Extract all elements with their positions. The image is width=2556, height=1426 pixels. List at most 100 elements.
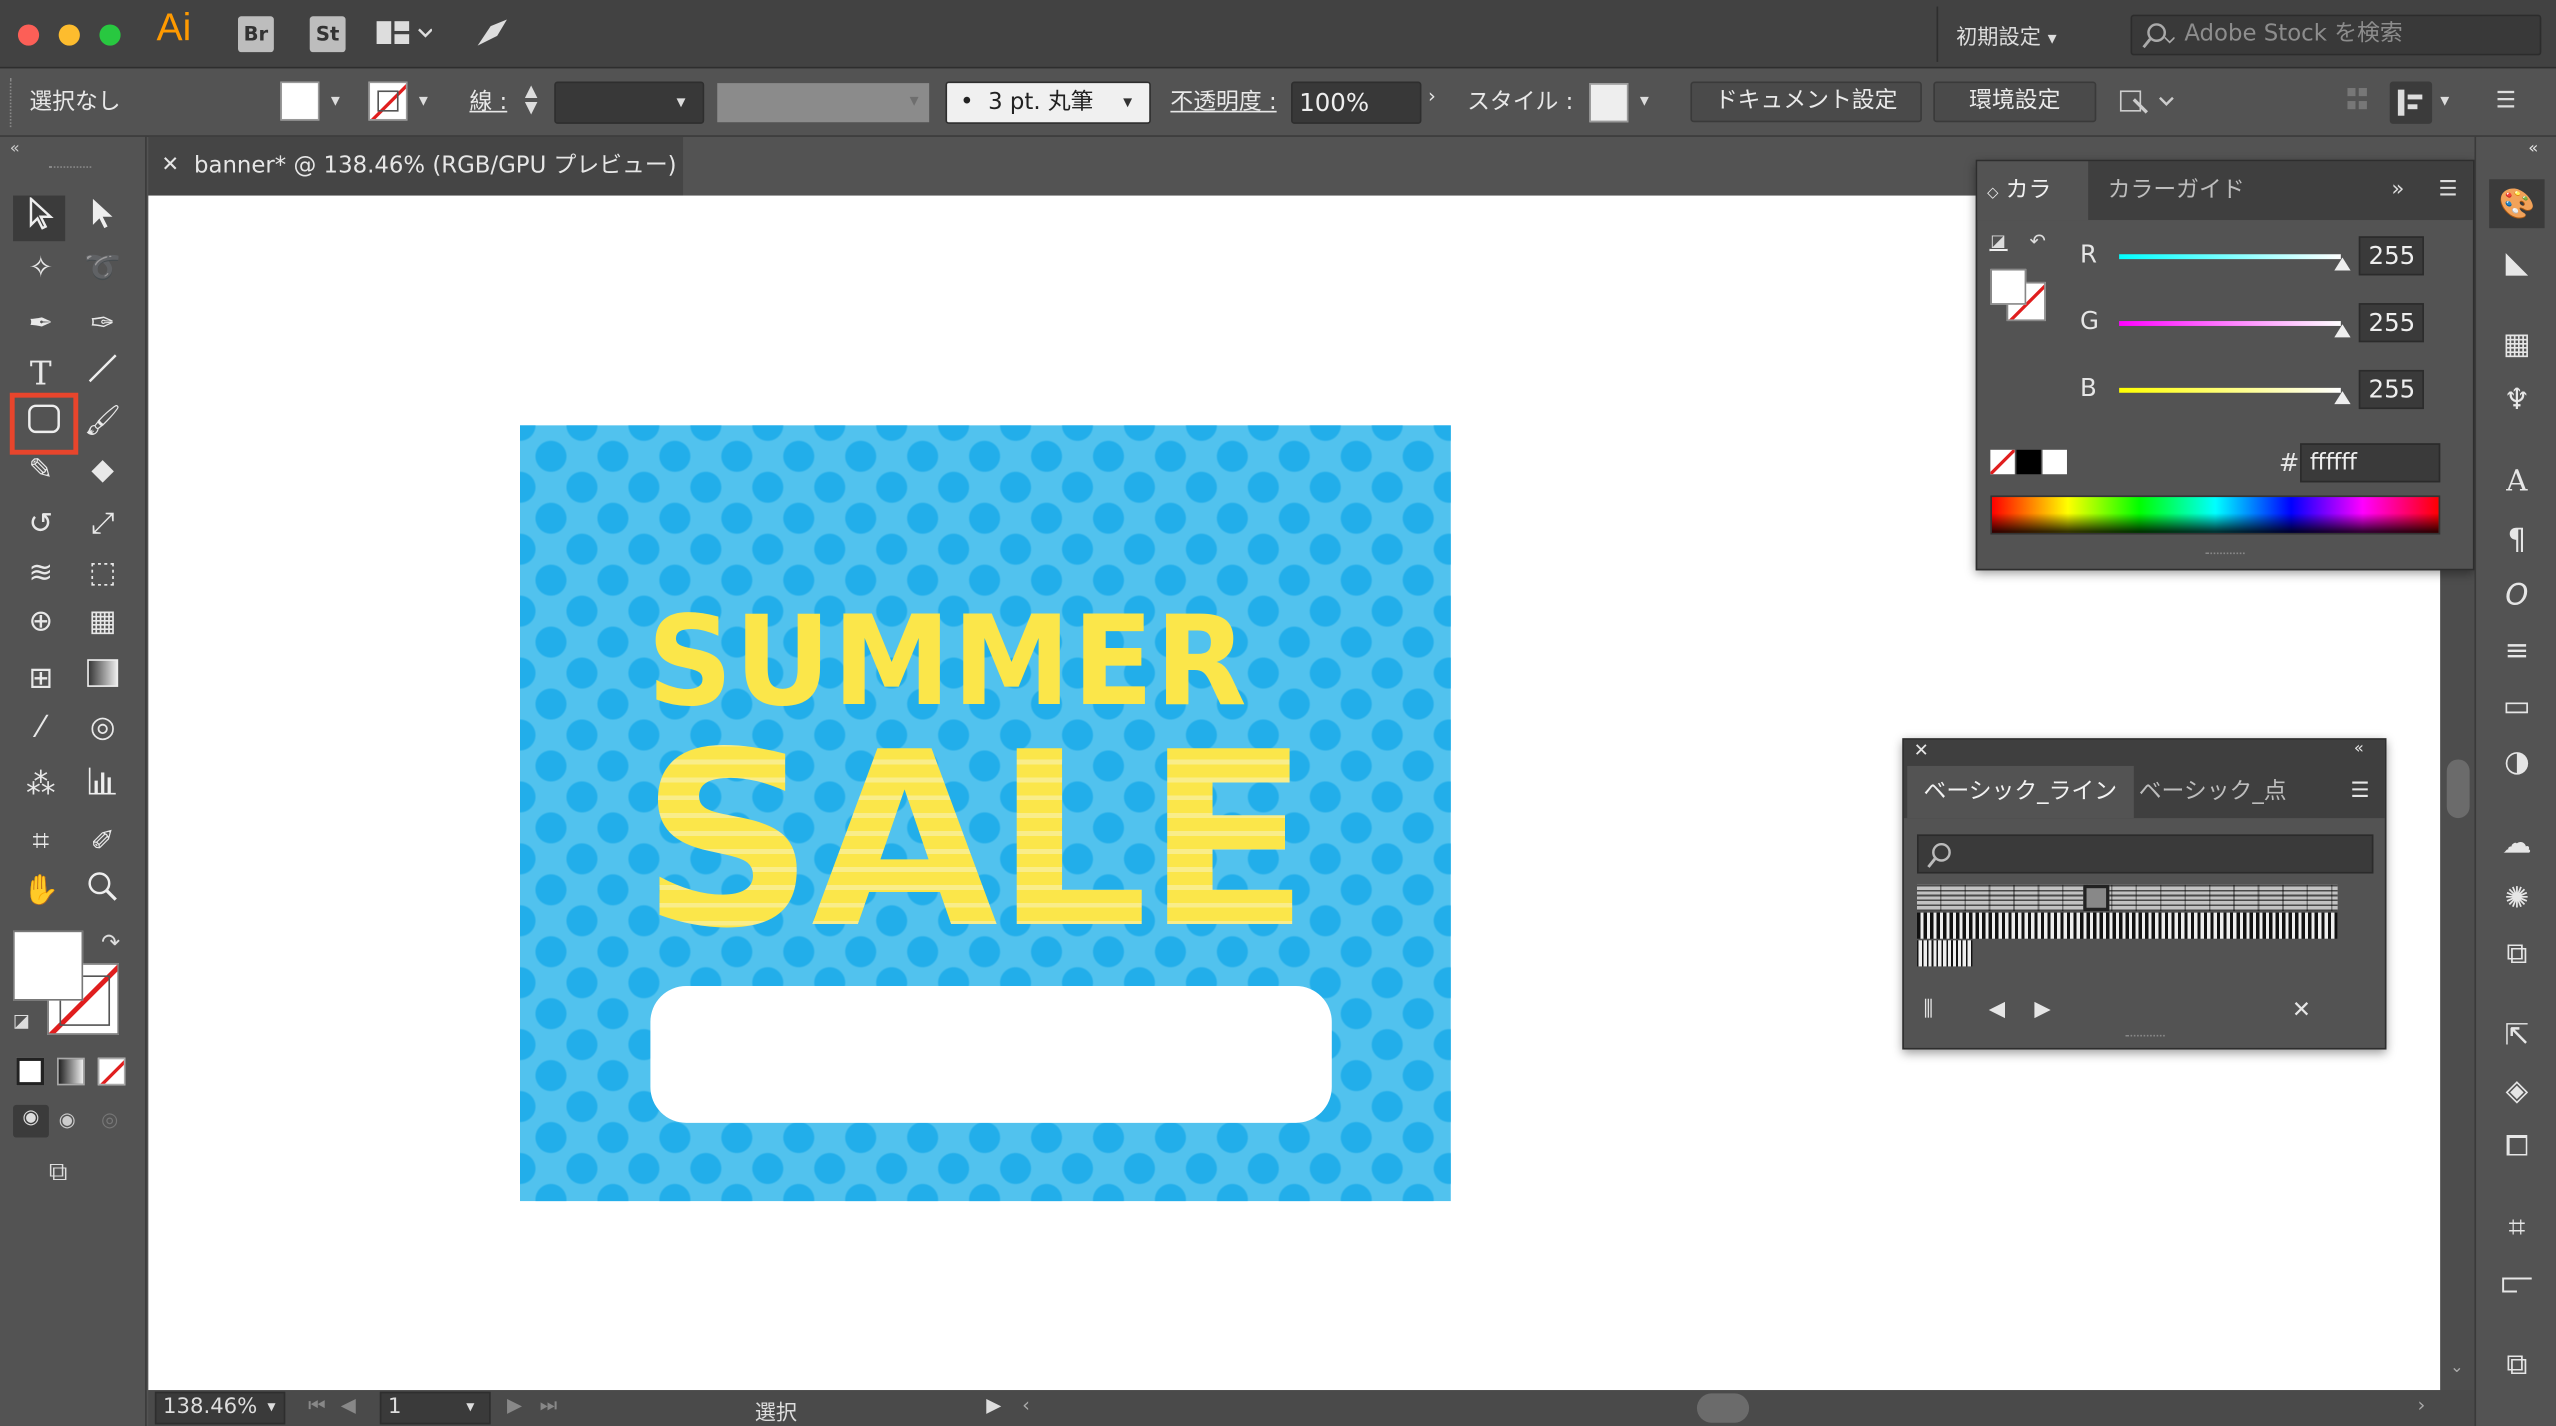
scroll-thumb[interactable] <box>2446 759 2470 819</box>
selection-tool-icon[interactable] <box>20 196 62 239</box>
arrange-documents-icon[interactable] <box>376 20 433 46</box>
brushes-icon[interactable]: ♆ <box>2497 381 2536 420</box>
layers-icon[interactable]: ◈ <box>2497 1072 2536 1111</box>
previous-library-icon[interactable]: ◀ <box>1989 997 2005 1021</box>
banner-artwork[interactable]: SUMMER SALE <box>520 425 1451 1202</box>
tools-icon[interactable]: ✕ <box>2292 997 2311 1023</box>
draw-normal-icon[interactable]: ◉ <box>13 1104 49 1138</box>
first-artboard-icon[interactable]: ⏮ <box>308 1393 326 1417</box>
screen-mode-icon[interactable]: ⧉ <box>49 1155 68 1188</box>
color-guide-icon[interactable]: ◣ <box>2497 244 2536 283</box>
sale-heading[interactable]: SALE <box>641 711 1310 972</box>
opacity-label[interactable]: 不透明度 : <box>1170 85 1276 118</box>
scroll-down-icon[interactable]: ⌄ <box>2450 1359 2464 1377</box>
panel-fill-box[interactable] <box>1990 268 2027 305</box>
mesh-tool-icon[interactable]: ⊞ <box>20 658 62 700</box>
color-panel-icon[interactable]: 🎨 <box>2497 186 2536 225</box>
pattern-swatch-row-3[interactable] <box>1916 940 1973 967</box>
tab-basic-dot[interactable]: ベーシック_点 <box>2122 766 2303 818</box>
style-dropdown-icon[interactable]: ▾ <box>1640 90 1649 111</box>
align-grid-icon[interactable] <box>2347 88 2370 121</box>
paintbrush-icon[interactable]: 🖌 <box>82 401 124 443</box>
library-menu-icon[interactable]: ⫼ <box>1924 997 1934 1021</box>
fill-dropdown-icon[interactable]: ▾ <box>331 90 340 111</box>
color-spectrum[interactable] <box>1990 495 2441 535</box>
stroke-dropdown-icon[interactable]: ▾ <box>419 90 428 111</box>
swap-colors-icon[interactable]: ↷ <box>101 931 120 957</box>
blue-slider-handle[interactable] <box>2334 391 2351 405</box>
expand-panel-icon[interactable]: » <box>2391 178 2404 202</box>
red-slider[interactable] <box>2119 254 2341 260</box>
stock-search-input[interactable]: Adobe Stock を検索 <box>2130 14 2542 56</box>
hand-tool-icon[interactable]: ✋ <box>20 870 62 912</box>
close-panel-icon[interactable]: ✕ <box>1914 740 1929 761</box>
stock-button[interactable]: St <box>309 16 346 53</box>
stroke-label[interactable]: 線 : <box>469 85 507 118</box>
prev-artboard-icon[interactable]: ◀ <box>341 1393 356 1416</box>
eraser-icon[interactable]: ◆ <box>82 450 124 492</box>
shaper-tool-icon[interactable]: ✎ <box>20 450 62 492</box>
lasso-icon[interactable]: ➰ <box>82 248 124 290</box>
color-mode-icon[interactable] <box>16 1057 45 1086</box>
select-similar-icon[interactable] <box>2118 86 2183 125</box>
fill-color-box[interactable] <box>13 930 84 1001</box>
document-tab[interactable]: ✕ banner* @ 138.46% (RGB/GPU プレビュー) <box>148 136 684 196</box>
preferences-button[interactable]: 環境設定 <box>1933 81 2097 123</box>
workspace-switcher[interactable]: 初期設定 ▾ <box>1956 20 2057 50</box>
next-artboard-icon[interactable]: ▶ <box>507 1393 522 1416</box>
panel-resize-grip[interactable] <box>2125 1034 2165 1040</box>
panel-resize-grip[interactable] <box>2205 552 2245 557</box>
default-colors-icon[interactable]: ◪ <box>13 1010 30 1031</box>
stroke-swatch[interactable] <box>368 81 408 121</box>
green-value-field[interactable]: 255 <box>2358 303 2424 343</box>
tab-color[interactable]: ◇ カラー <box>1977 161 2089 266</box>
free-transform-icon[interactable]: ⬚ <box>82 552 124 594</box>
stroke-weight-field[interactable]: ▾ <box>554 81 705 124</box>
stroke-panel-icon[interactable]: ≡ <box>2497 632 2536 671</box>
close-tab-icon[interactable]: ✕ <box>161 137 179 196</box>
draw-behind-icon[interactable]: ◉ <box>59 1108 76 1131</box>
selected-pattern-swatch[interactable] <box>2083 884 2110 912</box>
gradient-panel-icon[interactable]: ▭ <box>2497 688 2536 727</box>
minimize-window-button[interactable] <box>58 24 80 46</box>
opentype-icon[interactable]: O <box>2497 577 2536 616</box>
variable-width-profile[interactable]: ▾ <box>717 83 930 123</box>
transform-panel-icon[interactable] <box>2389 81 2433 124</box>
none-swatch[interactable] <box>1990 449 2015 475</box>
direct-selection-tool-icon[interactable] <box>82 197 124 239</box>
black-swatch[interactable] <box>2016 449 2041 475</box>
collapse-panel-icon[interactable]: « <box>10 140 20 158</box>
blend-tool-icon[interactable]: ◎ <box>82 707 124 749</box>
next-library-icon[interactable]: ▶ <box>2034 997 2050 1021</box>
bridge-button[interactable]: Br <box>237 16 274 53</box>
character-icon[interactable]: A <box>2497 463 2536 502</box>
white-swatch[interactable] <box>2042 449 2067 475</box>
artboards-icon[interactable]: ⧠ <box>2497 1128 2536 1167</box>
last-artboard-icon[interactable]: ⏭ <box>540 1393 558 1417</box>
appearance-icon[interactable]: ✺ <box>2497 880 2536 919</box>
horizontal-scroll-thumb[interactable] <box>1696 1393 1750 1423</box>
close-window-button[interactable] <box>17 24 40 46</box>
graphic-styles-icon[interactable]: ⧉ <box>2497 935 2536 974</box>
document-setup-button[interactable]: ドキュメント設定 <box>1690 81 1922 123</box>
opacity-arrow-icon[interactable]: › <box>1428 85 1436 108</box>
collapse-panel-icon[interactable]: « <box>2354 740 2364 758</box>
zoom-level-field[interactable]: 138.46% ▾ <box>154 1391 286 1425</box>
swatches-icon[interactable]: ▦ <box>2497 326 2536 365</box>
none-mode-icon[interactable] <box>97 1057 126 1086</box>
transform-icon[interactable]: ⌗ <box>2497 1209 2536 1248</box>
slice-tool-icon[interactable]: ✐ <box>82 821 124 863</box>
default-fill-stroke-icon[interactable]: ◪ <box>1990 233 2005 251</box>
brush-definition[interactable]: • 3 pt. 丸筆 ▾ <box>945 81 1151 124</box>
scale-tool-icon[interactable]: ⤢ <box>82 504 124 546</box>
pattern-swatch-row-1[interactable] <box>1916 884 2338 912</box>
blue-slider[interactable] <box>2119 387 2341 393</box>
tab-color-guide[interactable]: カラーガイド <box>2091 161 2261 220</box>
gradient-tool-icon[interactable] <box>82 658 124 700</box>
graphic-style-swatch[interactable] <box>1589 83 1629 123</box>
width-tool-icon[interactable]: ≋ <box>20 552 62 594</box>
rotate-tool-icon[interactable]: ↺ <box>20 504 62 546</box>
graph-tool-icon[interactable] <box>82 764 124 806</box>
line-tool-icon[interactable] <box>82 352 124 394</box>
gpu-performance-icon[interactable] <box>474 16 510 55</box>
